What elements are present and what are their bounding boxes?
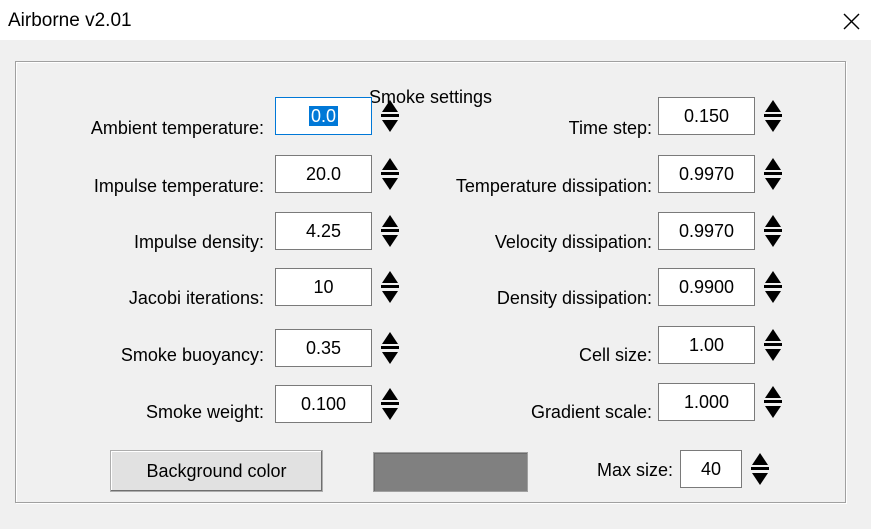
cell-size-value: 1.00 [688,335,725,355]
cell-size-spin-icon[interactable] [763,327,783,363]
smoke-buoyancy-spin-icon[interactable] [380,330,400,366]
ambient-temperature-value: 0.0 [308,106,339,126]
temperature-dissipation-field[interactable]: 0.9970 [658,155,755,193]
ambient-temperature-label: Ambient temperature: [90,118,264,138]
gradient-scale-spin-icon[interactable] [763,384,783,420]
density-dissipation-field[interactable]: 0.9900 [658,268,755,306]
smoke-weight-spin-icon[interactable] [380,386,400,422]
temperature-dissipation-label: Temperature dissipation: [455,176,652,196]
cell-size-label: Cell size: [578,345,652,365]
title-bar: Airborne v2.01 [0,0,871,40]
smoke-weight-label: Smoke weight: [145,402,264,422]
impulse-density-label: Impulse density: [133,232,264,252]
impulse-density-value: 4.25 [305,221,342,241]
impulse-temperature-label: Impulse temperature: [93,176,264,196]
density-dissipation-value: 0.9900 [678,277,735,297]
jacobi-iterations-label: Jacobi iterations: [128,288,264,308]
max-size-field[interactable]: 40 [680,450,742,488]
density-dissipation-label: Density dissipation: [496,288,652,308]
gradient-scale-field[interactable]: 1.000 [658,383,755,421]
close-icon[interactable] [836,6,866,36]
jacobi-iterations-value: 10 [313,277,334,297]
impulse-density-spin-icon[interactable] [380,213,400,249]
max-size-label: Max size: [596,460,673,480]
max-size-value: 40 [700,459,722,479]
velocity-dissipation-spin-icon[interactable] [763,213,783,249]
dialog-client-area: Smoke settings Ambient temperature: 0.0 … [0,40,871,529]
jacobi-iterations-field[interactable]: 10 [275,268,372,306]
max-size-spin-icon[interactable] [750,451,770,487]
impulse-temperature-spin-icon[interactable] [380,156,400,192]
temperature-dissipation-value: 0.9970 [678,164,735,184]
ambient-temperature-field[interactable]: 0.0 [275,97,372,135]
time-step-field[interactable]: 0.150 [658,97,755,135]
cell-size-field[interactable]: 1.00 [658,326,755,364]
time-step-spin-icon[interactable] [763,98,783,134]
velocity-dissipation-value: 0.9970 [678,221,735,241]
impulse-temperature-field[interactable]: 20.0 [275,155,372,193]
background-color-button[interactable]: Background color [110,450,323,492]
density-dissipation-spin-icon[interactable] [763,269,783,305]
smoke-weight-field[interactable]: 0.100 [275,385,372,423]
smoke-buoyancy-field[interactable]: 0.35 [275,329,372,367]
temperature-dissipation-spin-icon[interactable] [763,156,783,192]
gradient-scale-label: Gradient scale: [530,402,652,422]
window-title: Airborne v2.01 [8,10,132,31]
velocity-dissipation-field[interactable]: 0.9970 [658,212,755,250]
smoke-weight-value: 0.100 [300,394,347,414]
time-step-label: Time step: [568,118,652,138]
time-step-value: 0.150 [683,106,730,126]
velocity-dissipation-label: Velocity dissipation: [494,232,652,252]
smoke-buoyancy-value: 0.35 [305,338,342,358]
smoke-buoyancy-label: Smoke buoyancy: [120,345,264,365]
gradient-scale-value: 1.000 [683,392,730,412]
jacobi-iterations-spin-icon[interactable] [380,269,400,305]
impulse-temperature-value: 20.0 [305,164,342,184]
impulse-density-field[interactable]: 4.25 [275,212,372,250]
background-color-swatch[interactable] [373,452,528,492]
ambient-temperature-spin-icon[interactable] [380,98,400,134]
